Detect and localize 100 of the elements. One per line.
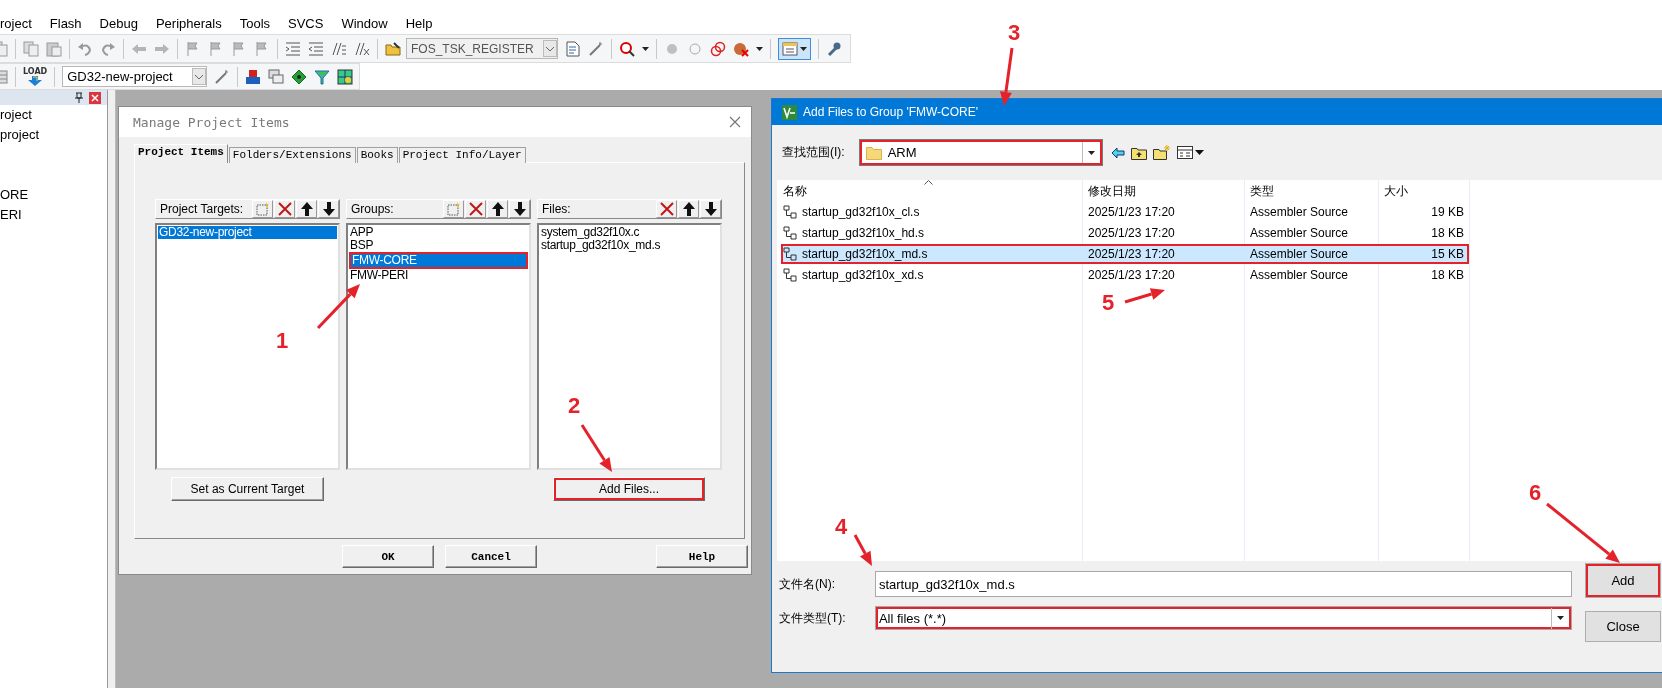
add-files-button[interactable]: Add Files... <box>553 477 705 501</box>
comment-icon[interactable] <box>331 40 347 57</box>
up-arrow-button[interactable] <box>678 200 699 218</box>
delete-button[interactable] <box>656 200 677 218</box>
menu-item[interactable]: Flash <box>40 15 91 31</box>
field-label: 查找范围(I): <box>782 144 845 161</box>
dialog-title: Add Files to Group 'FMW-CORE' <box>803 105 979 119</box>
caret-icon[interactable] <box>642 46 649 51</box>
new-folder-icon[interactable] <box>1152 145 1171 160</box>
magnifier-icon[interactable] <box>619 40 635 57</box>
combo-text: FOS_TSK_REGISTER <box>411 41 534 56</box>
uncomment-icon[interactable] <box>354 40 370 57</box>
file-icon <box>783 205 797 219</box>
step-number: 4 <box>835 516 848 538</box>
list-item[interactable]: startup_gd32f10x_md.s <box>540 239 719 252</box>
pin-icon[interactable] <box>75 92 83 103</box>
tab[interactable]: Folders/Extensions <box>228 147 356 163</box>
stacked-windows-icon[interactable] <box>268 68 284 85</box>
delete-button[interactable] <box>274 200 295 218</box>
column-header[interactable]: 名称 <box>777 182 1082 200</box>
file-name-field[interactable]: startup_gd32f10x_md.s <box>874 571 1572 597</box>
help-button[interactable]: Help <box>656 545 748 568</box>
menu-item[interactable]: Window <box>332 15 397 31</box>
window-button[interactable] <box>778 37 811 60</box>
list-item[interactable]: FMW-CORE <box>349 252 528 269</box>
tree-item[interactable]: ORE <box>0 185 107 205</box>
target-combo[interactable]: FOS_TSK_REGISTER <box>406 38 558 59</box>
down-arrow-button[interactable] <box>318 200 339 218</box>
list-item[interactable]: system_gd32f10x.c <box>540 226 719 239</box>
tree-item[interactable]: ERI <box>0 205 107 225</box>
down-arrow-button[interactable] <box>700 200 721 218</box>
indent-icon[interactable] <box>285 40 301 57</box>
combo-text: GD32-new-project <box>67 69 173 84</box>
rings-icon[interactable] <box>710 40 726 57</box>
file-row[interactable]: startup_gd32f10x_xd.s 2025/1/23 17:20 Assembler Source 18 KB <box>781 265 1469 285</box>
tiles-icon[interactable] <box>337 68 353 85</box>
file-icon <box>783 247 797 261</box>
file-type-combo[interactable]: All files (*.*) <box>874 606 1572 630</box>
menu-item[interactable]: Tools <box>230 15 280 31</box>
document-icon[interactable] <box>565 40 581 57</box>
wand-icon[interactable] <box>588 40 604 57</box>
caret-icon[interactable] <box>756 46 763 51</box>
back-arrow-icon[interactable] <box>1110 146 1125 159</box>
up-arrow-icon <box>489 201 506 217</box>
list-item[interactable]: BSP <box>349 239 528 252</box>
load-button[interactable]: LOAD <box>23 67 48 86</box>
outdent-icon[interactable] <box>308 40 324 57</box>
funnel-icon[interactable] <box>314 68 330 85</box>
file-row[interactable]: startup_gd32f10x_hd.s 2025/1/23 17:20 Assembler Source 18 KB <box>781 223 1469 243</box>
wrench-icon[interactable] <box>826 40 842 57</box>
project-combo[interactable]: GD32-new-project <box>62 66 207 87</box>
tree-item[interactable]: roject <box>0 105 107 125</box>
cancel-button[interactable]: Cancel <box>445 545 537 568</box>
tab[interactable]: Books <box>356 147 398 163</box>
close-button[interactable]: Close <box>1585 611 1661 642</box>
menu-item[interactable]: SVCS <box>279 15 333 31</box>
column-header[interactable]: 类型 <box>1244 182 1378 200</box>
up-folder-icon[interactable] <box>1130 145 1147 160</box>
menu-item[interactable]: Help <box>396 15 442 31</box>
dialog-title: Manage Project Items <box>133 114 290 130</box>
column-header[interactable]: 大小 <box>1378 182 1469 200</box>
close-icon[interactable] <box>89 91 101 104</box>
list-item[interactable]: APP <box>349 226 528 239</box>
file-name: startup_gd32f10x_hd.s <box>801 226 925 240</box>
diamond-icon[interactable] <box>291 68 307 85</box>
menu-item[interactable]: Peripherals <box>146 15 231 31</box>
down-arrow-icon <box>511 201 528 217</box>
close-icon[interactable] <box>729 116 741 128</box>
folder-combo[interactable]: ARM <box>858 139 1103 166</box>
tab[interactable]: Project Info/Layer <box>398 147 526 163</box>
ok-button[interactable]: OK <box>342 545 434 568</box>
down-arrow-button[interactable] <box>509 200 530 218</box>
file-icon <box>783 226 797 240</box>
file-row[interactable]: startup_gd32f10x_cl.s 2025/1/23 17:20 Assembler Source 19 KB <box>781 202 1469 222</box>
breakpoint-kill-icon[interactable] <box>733 40 749 57</box>
wand-icon[interactable] <box>214 68 230 85</box>
delete-icon <box>467 201 484 217</box>
list-item[interactable]: GD32-new-project <box>158 226 337 239</box>
menu-item[interactable]: Debug <box>90 15 147 31</box>
tree-item[interactable]: project <box>0 125 107 145</box>
redo-icon[interactable] <box>100 40 116 57</box>
menu-item[interactable]: roject <box>0 15 41 31</box>
down-arrow-icon <box>702 201 719 217</box>
new-item-button[interactable] <box>252 200 273 218</box>
new-item-button[interactable] <box>443 200 464 218</box>
undo-icon[interactable] <box>77 40 93 57</box>
column-header[interactable]: 修改日期 <box>1082 182 1244 200</box>
view-menu-button[interactable] <box>1176 146 1204 159</box>
delete-button[interactable] <box>465 200 486 218</box>
up-arrow-button[interactable] <box>296 200 317 218</box>
blocks-icon[interactable] <box>245 68 261 85</box>
folder-icon[interactable] <box>385 40 401 57</box>
add-button[interactable]: Add <box>1585 563 1661 598</box>
set-target-button[interactable]: Set as Current Target <box>171 477 324 501</box>
file-row[interactable]: startup_gd32f10x_md.s 2025/1/23 17:20 Assembler Source 15 KB <box>781 244 1469 264</box>
up-arrow-button[interactable] <box>487 200 508 218</box>
list-item[interactable]: FMW-PERI <box>349 269 528 282</box>
window-icon <box>782 40 798 57</box>
tab[interactable]: Project Items <box>134 144 228 163</box>
table-cell-text: 2025/1/23 17:20 <box>1087 268 1176 282</box>
